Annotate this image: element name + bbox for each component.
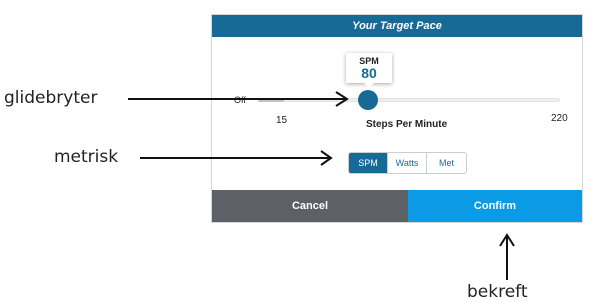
callout-metric-label: metrisk: [54, 147, 119, 167]
callout-confirm-label: bekreft: [467, 282, 528, 302]
